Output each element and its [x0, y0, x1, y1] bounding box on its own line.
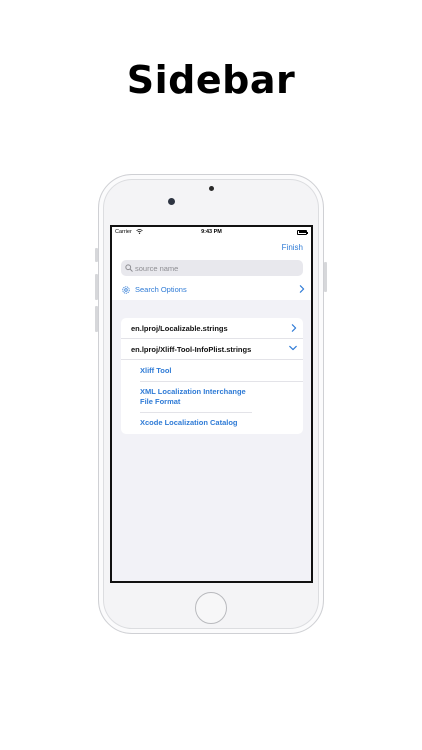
finish-button[interactable]: Finish — [282, 243, 303, 252]
gear-icon — [122, 286, 130, 294]
file-list: en.lproj/Localizable.strings en.lproj/Xl… — [121, 318, 303, 434]
file-label: en.lproj/Localizable.strings — [131, 324, 228, 333]
list-item[interactable]: Xcode Localization Catalog — [140, 413, 303, 434]
phone-camera — [168, 198, 175, 205]
list-item[interactable]: XML Localization Interchange File Format — [140, 382, 252, 413]
search-field[interactable] — [121, 260, 303, 276]
list-item-label: XML Localization Interchange File Format — [140, 387, 246, 406]
chevron-right-icon — [291, 324, 297, 332]
app-screen: Carrier 9:43 PM Finish Search Options — [110, 225, 313, 583]
status-time: 9:43 PM — [201, 229, 222, 235]
power-button — [324, 262, 327, 292]
file-row-localizable[interactable]: en.lproj/Localizable.strings — [121, 318, 303, 339]
chevron-right-icon — [299, 285, 305, 293]
file-row-infoplist[interactable]: en.lproj/Xliff-Tool-InfoPlist.strings — [121, 339, 303, 360]
search-options-button[interactable]: Search Options — [121, 283, 307, 297]
phone-speaker — [209, 186, 214, 191]
list-item-label: Xliff Tool — [140, 366, 172, 375]
list-item-label: Xcode Localization Catalog — [140, 418, 238, 427]
search-icon — [125, 264, 133, 272]
chevron-down-icon — [289, 345, 297, 351]
list-item[interactable]: Xliff Tool — [140, 360, 303, 382]
page-headline: Sidebar — [126, 58, 296, 102]
home-button — [195, 592, 227, 624]
status-bar: Carrier 9:43 PM — [112, 227, 311, 237]
sidebar-header: Finish Search Options — [112, 237, 311, 300]
file-label: en.lproj/Xliff-Tool-InfoPlist.strings — [131, 345, 252, 354]
battery-icon — [297, 229, 308, 235]
search-input[interactable] — [135, 260, 295, 276]
search-options-label: Search Options — [135, 285, 187, 294]
